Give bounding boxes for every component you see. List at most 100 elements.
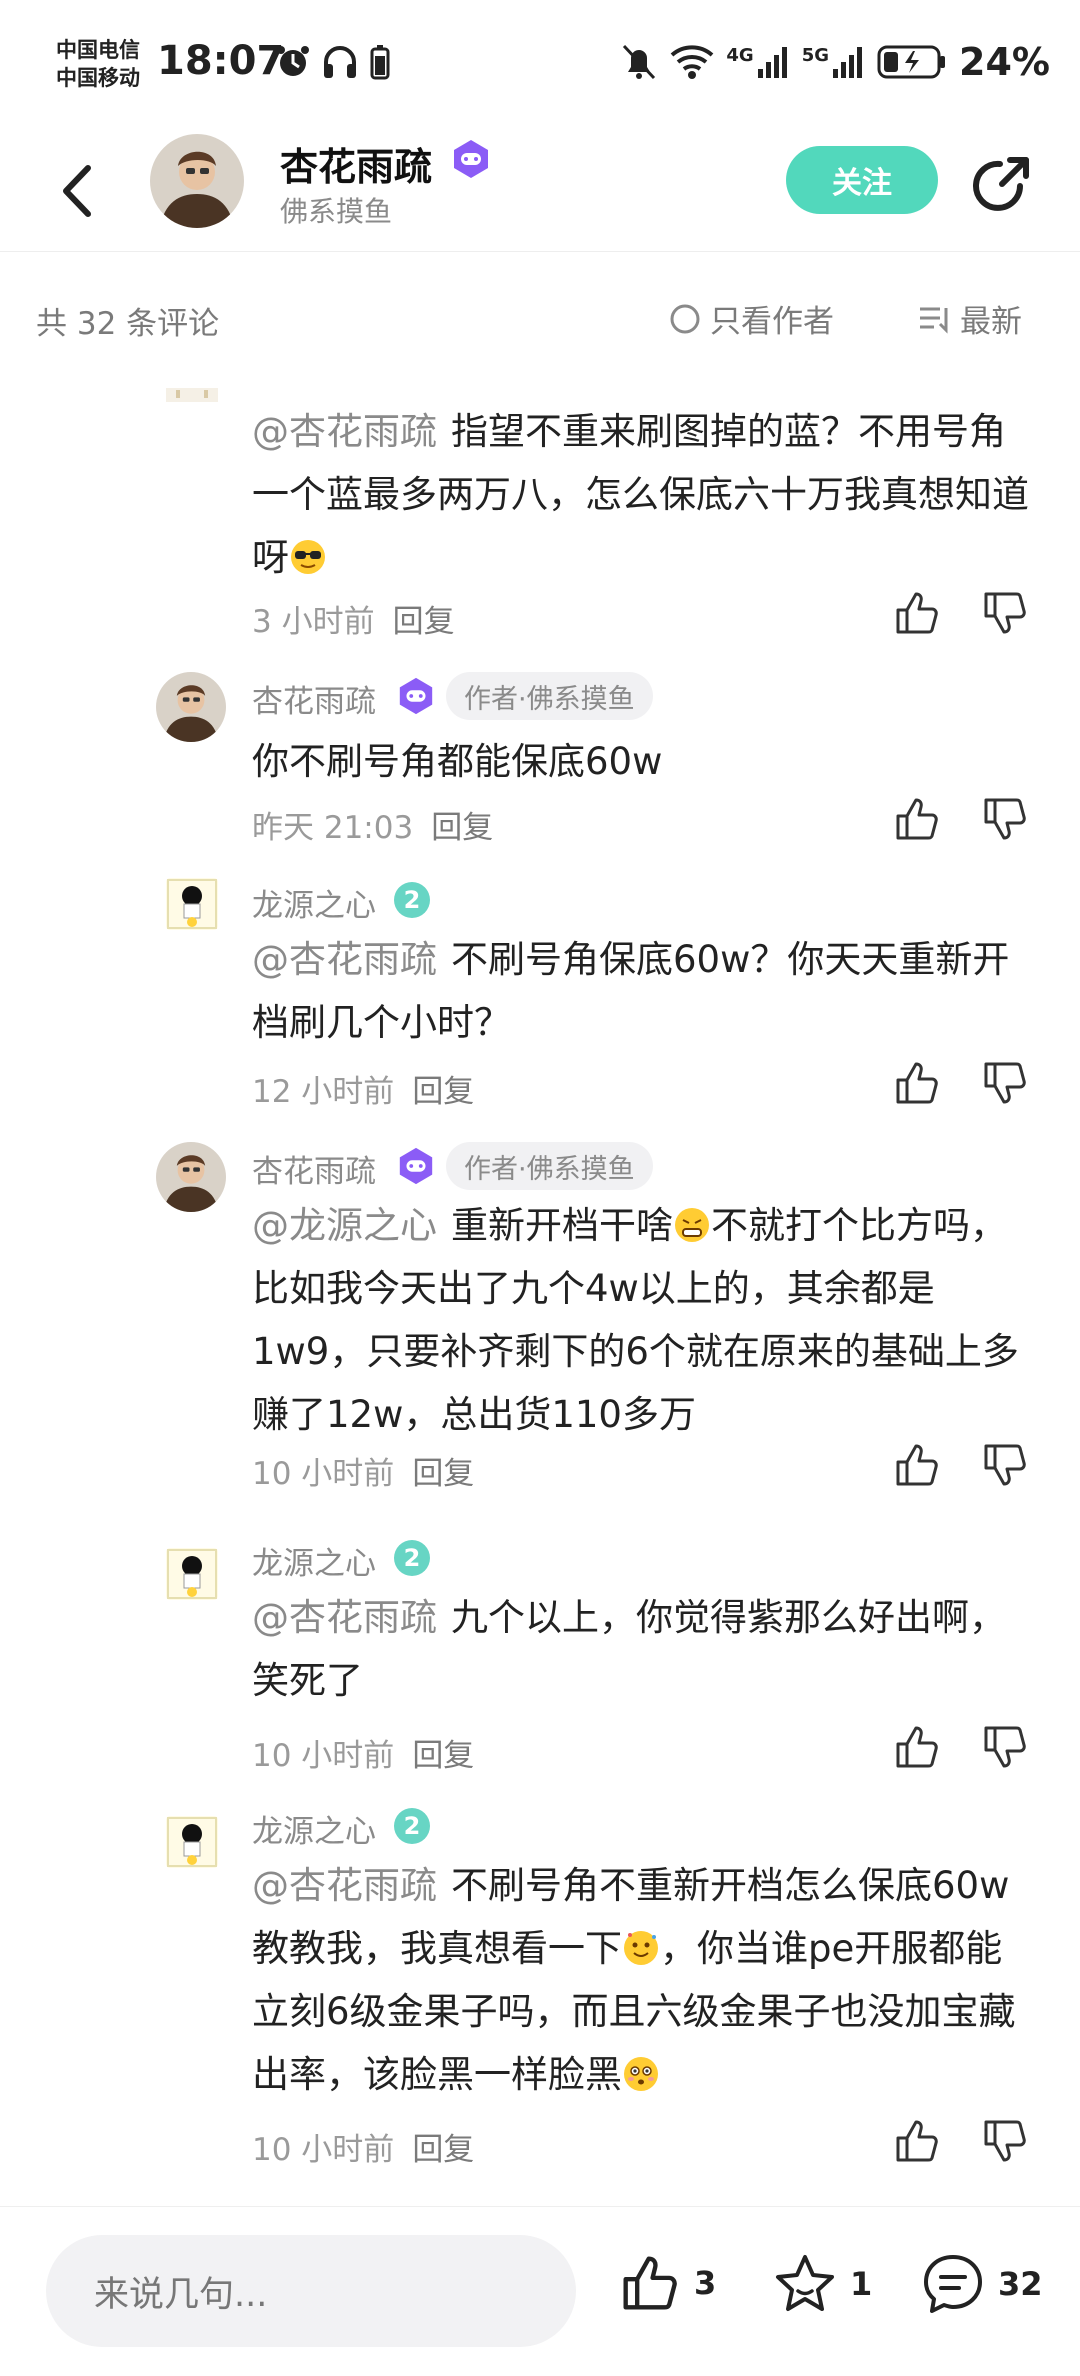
thumbs-up-icon[interactable] <box>892 1058 942 1108</box>
reply-button[interactable]: 回复 <box>393 604 455 640</box>
profile-header: 杏花雨疏 佛系摸鱼 关注 <box>0 130 1080 252</box>
thumbs-up-icon[interactable] <box>892 1722 942 1772</box>
thumbs-down-icon[interactable] <box>980 794 1030 844</box>
comment-count: 共 32 条评论 <box>36 306 220 342</box>
reply-meta: 10 小时前 回复 <box>252 2124 474 2169</box>
star-icon <box>776 2255 834 2311</box>
user-avatar-image <box>150 134 244 228</box>
reply-button[interactable]: 回复 <box>412 1456 474 1492</box>
sort-icon <box>920 307 948 334</box>
signal-5g: 5G <box>802 45 865 79</box>
reply-meta: 3 小时前 回复 <box>252 596 455 641</box>
profile-name[interactable]: 杏花雨疏 <box>280 136 432 191</box>
sort-latest-button[interactable]: 最新 <box>918 296 1022 341</box>
thumbs-down-icon[interactable] <box>980 2116 1030 2166</box>
status-icons-left <box>275 44 391 80</box>
avatar[interactable] <box>166 382 218 402</box>
reply-content-a: 重新开档干啥 <box>451 1204 673 1247</box>
only-author-toggle[interactable]: 只看作者 <box>668 296 834 341</box>
party-emoji-icon <box>624 1931 658 1965</box>
comment-action[interactable]: 32 <box>920 2251 1043 2317</box>
reply-time: 10 小时前 <box>252 1456 395 1492</box>
net-label-4g: 4G <box>726 45 754 66</box>
comment-bubble-icon <box>924 2255 982 2313</box>
clock: 18:07 <box>157 38 285 84</box>
small-battery-icon <box>370 45 390 80</box>
gamepad-badge-icon <box>399 677 433 715</box>
mention-link[interactable]: @杏花雨疏 <box>252 1864 437 1907</box>
comment-input[interactable]: 来说几句... <box>46 2235 576 2347</box>
level-2-badge-icon: 2 <box>394 882 430 918</box>
thumbs-down-icon[interactable] <box>980 1440 1030 1490</box>
reply-time: 10 小时前 <box>252 2132 395 2168</box>
avatar[interactable] <box>156 1142 226 1212</box>
thumbs-up-icon[interactable] <box>892 588 942 638</box>
share-button[interactable] <box>970 152 1034 216</box>
avatar[interactable] <box>166 1548 218 1600</box>
share-icon <box>973 157 1029 211</box>
user-avatar-image <box>166 1548 218 1600</box>
user-avatar-image <box>166 878 218 930</box>
reply-text: @杏花雨疏 不刷号角不重新开档怎么保底60w教教我，我真想看一下 ，你当谁pe开服都… <box>252 1854 1032 2106</box>
reply-meta: 昨天 21:03 回复 <box>252 802 493 847</box>
avatar[interactable] <box>156 672 226 742</box>
avatar[interactable] <box>150 134 244 228</box>
back-button[interactable] <box>52 156 102 226</box>
favorite-action[interactable]: 1 <box>772 2251 872 2317</box>
only-author-label: 只看作者 <box>710 304 834 340</box>
bottom-action-bar: 来说几句... 3 1 32 <box>0 2206 1080 2376</box>
reply-time: 10 小时前 <box>252 1738 395 1774</box>
sunglasses-emoji-icon <box>291 540 325 574</box>
comment-toolbar: 共 32 条评论 只看作者 最新 <box>0 282 1080 362</box>
reply-time: 12 小时前 <box>252 1074 395 1110</box>
favorite-count: 1 <box>850 2265 873 2303</box>
reply-meta: 10 小时前 回复 <box>252 1448 474 1493</box>
status-icons-right: 4G 5G 24% <box>620 40 1050 84</box>
mention-link[interactable]: @龙源之心 <box>252 1204 437 1247</box>
reply-button[interactable]: 回复 <box>412 1074 474 1110</box>
signal-4g: 4G <box>726 45 789 79</box>
mention-link[interactable]: @杏花雨疏 <box>252 1596 437 1639</box>
thumbs-up-icon[interactable] <box>892 794 942 844</box>
gamepad-badge-icon <box>399 1147 433 1185</box>
net-label-5g: 5G <box>801 45 830 66</box>
avatar[interactable] <box>166 878 218 930</box>
wifi-icon <box>671 45 714 79</box>
reply-author-name[interactable]: 龙源之心 <box>252 880 376 925</box>
thumbs-down-icon[interactable] <box>980 1722 1030 1772</box>
reply-text: 你不刷号角都能保底60w <box>252 730 1032 793</box>
carrier-2: 中国移动 <box>56 66 140 90</box>
reply-button[interactable]: 回复 <box>412 2132 474 2168</box>
level-2-badge-icon: 2 <box>394 1808 430 1844</box>
reply-button[interactable]: 回复 <box>431 810 493 846</box>
mention-link[interactable]: @杏花雨疏 <box>252 410 437 453</box>
reply-button[interactable]: 回复 <box>412 1738 474 1774</box>
reply-meta: 10 小时前 回复 <box>252 1730 474 1775</box>
chevron-left-icon <box>63 165 91 217</box>
reply-author-name[interactable]: 龙源之心 <box>252 1538 376 1583</box>
avatar[interactable] <box>166 1816 218 1868</box>
thumbs-down-icon[interactable] <box>980 588 1030 638</box>
level-2-badge-icon: 2 <box>394 1540 430 1576</box>
grimace-emoji-icon <box>675 1208 709 1242</box>
mention-link[interactable]: @杏花雨疏 <box>252 938 437 981</box>
thumbs-up-icon[interactable] <box>892 2116 942 2166</box>
battery-icon <box>877 45 946 79</box>
like-action[interactable]: 3 <box>618 2251 716 2315</box>
user-avatar-image <box>166 1816 218 1868</box>
author-tag: 作者·佛系摸鱼 <box>446 1142 653 1190</box>
follow-button[interactable]: 关注 <box>786 146 938 214</box>
thumbs-up-icon[interactable] <box>892 1440 942 1490</box>
reply-time: 3 小时前 <box>252 604 375 640</box>
reply-text: @杏花雨疏 九个以上，你觉得紫那么好出啊，笑死了 <box>252 1586 1032 1712</box>
user-avatar-image <box>156 672 226 742</box>
reply-author-name[interactable]: 杏花雨疏 <box>252 676 376 721</box>
mute-bell-icon <box>623 44 656 80</box>
user-avatar-image <box>156 1142 226 1212</box>
reply-author-name[interactable]: 龙源之心 <box>252 1806 376 1851</box>
reply-meta: 12 小时前 回复 <box>252 1066 474 1111</box>
reply-author-name[interactable]: 杏花雨疏 <box>252 1146 376 1191</box>
thumbs-down-icon[interactable] <box>980 1058 1030 1108</box>
svg-text:2: 2 <box>404 886 421 914</box>
author-tag: 作者·佛系摸鱼 <box>446 672 653 720</box>
